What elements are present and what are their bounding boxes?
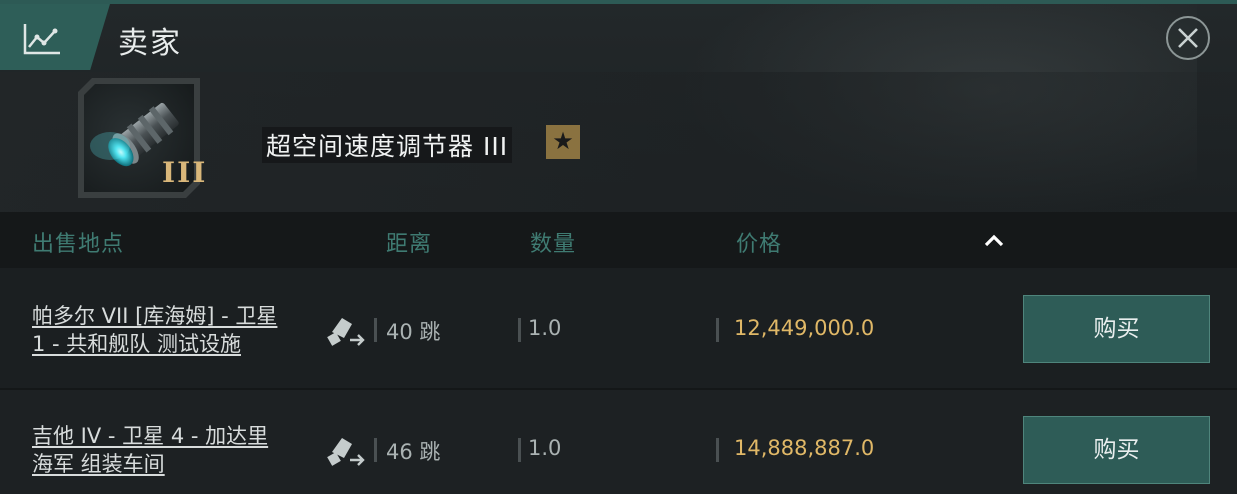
divider: [374, 438, 377, 462]
buy-button[interactable]: 购买: [1023, 295, 1210, 363]
column-header-quantity[interactable]: 数量: [530, 226, 576, 258]
row-price: 12,449,000.0: [734, 316, 875, 340]
route-icon[interactable]: [326, 312, 366, 348]
row-location-link[interactable]: 帕多尔 VII [库海姆] - 卫星 1 - 共和舰队 测试设施: [32, 302, 322, 358]
star-icon: ★: [552, 127, 574, 155]
divider: [374, 318, 377, 342]
row-distance: 46 跳: [386, 440, 441, 464]
row-quantity: 1.0: [528, 316, 562, 340]
close-icon: [1178, 28, 1198, 48]
page-title: 卖家: [118, 26, 182, 61]
route-icon[interactable]: [326, 432, 366, 468]
chevron-up-icon[interactable]: [982, 230, 1006, 250]
divider: [518, 318, 521, 342]
divider: [518, 438, 521, 462]
column-header-price[interactable]: 价格: [736, 226, 782, 258]
title-tab: [0, 4, 110, 70]
star-badge: ★: [546, 125, 580, 159]
row-distance: 40 跳: [386, 320, 441, 344]
buy-button[interactable]: 购买: [1023, 416, 1210, 484]
item-tier-label: III: [162, 156, 208, 189]
location-line: 帕多尔 VII [库海姆] - 卫星: [32, 304, 278, 328]
location-line: 海军 组装车间: [32, 452, 165, 476]
item-name: 超空间速度调节器 III: [262, 127, 513, 163]
chart-line-icon: [23, 24, 60, 55]
row-location-link[interactable]: 吉他 IV - 卫星 4 - 加达里 海军 组装车间: [32, 422, 322, 478]
location-line: 吉他 IV - 卫星 4 - 加达里: [32, 424, 269, 448]
column-header-distance[interactable]: 距离: [386, 226, 432, 258]
row-quantity: 1.0: [528, 436, 562, 460]
table-header: [0, 212, 1237, 268]
close-button[interactable]: [1166, 16, 1210, 60]
divider: [716, 318, 719, 342]
seller-window: 卖家 III 超空间速度调节器 III ★ 出售地点 距离 数量 价格 帕多尔 …: [0, 0, 1237, 494]
divider: [716, 438, 719, 462]
row-price: 14,888,887.0: [734, 436, 875, 460]
column-header-location[interactable]: 出售地点: [32, 226, 124, 258]
location-line: 1 - 共和舰队 测试设施: [32, 332, 241, 356]
top-accent-line: [0, 0, 1237, 4]
